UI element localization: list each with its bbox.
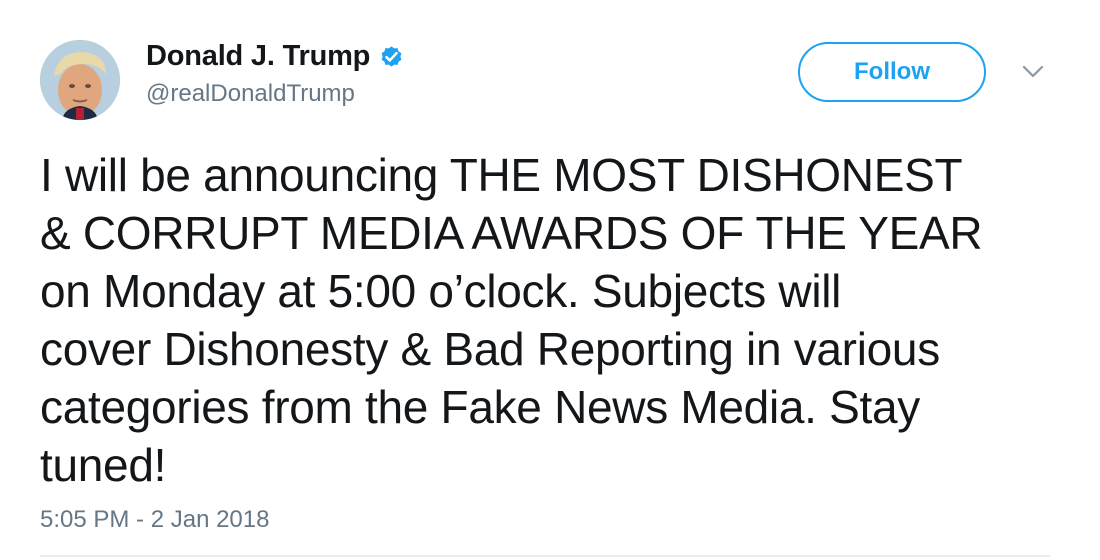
profile-photo-icon (40, 40, 120, 120)
tweet-timestamp[interactable]: 5:05 PM - 2 Jan 2018 (40, 506, 269, 534)
tweet-text: I will be announcing THE MOST DISHONEST … (40, 149, 983, 491)
user-handle[interactable]: @realDonaldTrump (146, 80, 355, 108)
follow-button[interactable]: Follow (798, 42, 986, 102)
display-name[interactable]: Donald J. Trump (146, 40, 370, 73)
chevron-down-icon[interactable] (1022, 64, 1044, 80)
verified-badge-icon (378, 43, 405, 70)
avatar[interactable] (40, 40, 120, 120)
divider (40, 555, 1050, 557)
tweet-card: Donald J. Trump @realDonaldTrump Follow … (0, 0, 1100, 560)
author-name-row: Donald J. Trump (146, 38, 405, 74)
